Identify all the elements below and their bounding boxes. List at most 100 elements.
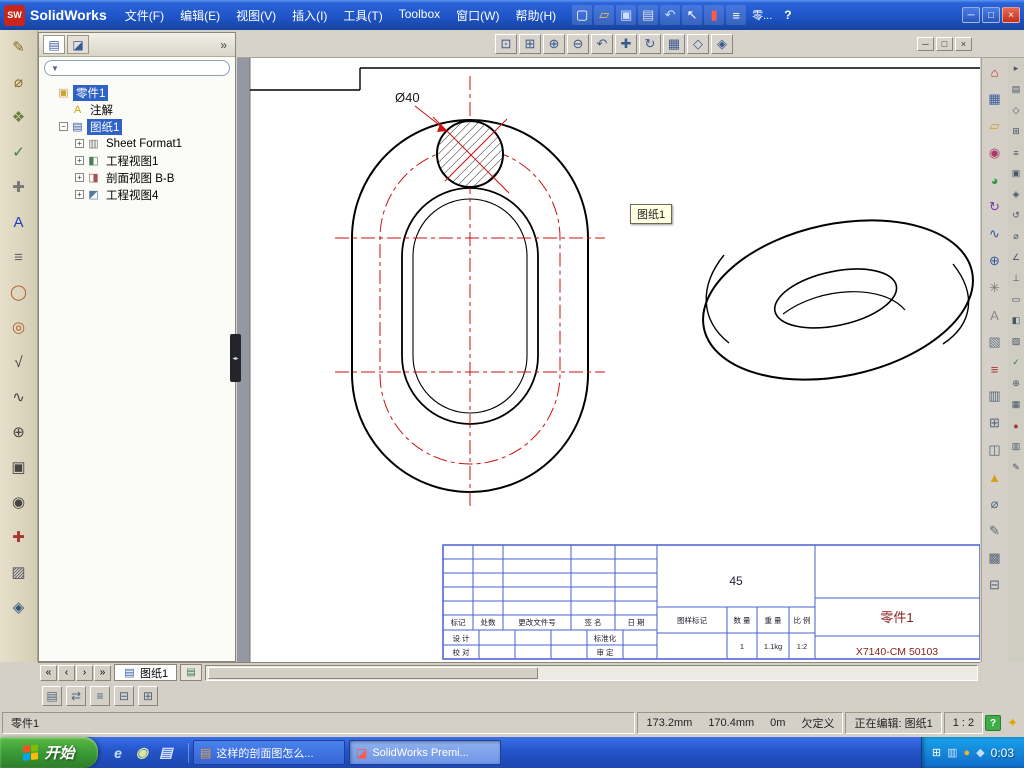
check-icon[interactable]: ✓ [1010, 356, 1023, 369]
diameter-dimension-label[interactable]: Ø40 [395, 90, 420, 105]
menu-item[interactable]: 帮助(H) [507, 4, 564, 27]
menu-item[interactable]: 文件(F) [117, 4, 172, 27]
surface-finish-icon[interactable]: √ [7, 350, 31, 374]
pencil-small-icon[interactable]: ✎ [1010, 461, 1023, 474]
language-icon[interactable]: ⊞ [932, 746, 941, 759]
home-icon[interactable]: ⌂ [985, 62, 1005, 82]
sketch-icon[interactable]: ✎ [7, 35, 31, 59]
appearance-sphere-icon[interactable]: ◕ [985, 170, 1005, 190]
model-items-icon[interactable]: ❖ [7, 105, 31, 129]
sheet-grid-icon[interactable]: ▦ [985, 89, 1005, 109]
list-small-icon[interactable]: ≡ [1010, 146, 1023, 159]
pan-icon[interactable]: ✚ [615, 33, 637, 54]
panel-splitter-handle[interactable]: ◂▸ [230, 334, 241, 382]
rotate-view-icon[interactable]: ↻ [639, 33, 661, 54]
antivirus-icon[interactable]: ● [964, 747, 971, 759]
horizontal-scrollbar[interactable] [205, 664, 978, 681]
tree-item-sheet-format1[interactable]: + ▥ Sheet Format1 [41, 135, 233, 152]
new-document-icon[interactable]: ▢ [572, 5, 593, 25]
tree-filter[interactable]: ▼ [44, 60, 230, 76]
spell-check-icon[interactable]: ✓ [7, 140, 31, 164]
help-icon[interactable]: ? [784, 8, 791, 22]
note-icon[interactable]: A [7, 210, 31, 234]
table-small-icon[interactable]: ▥ [1010, 440, 1023, 453]
panel-toggle-icon[interactable]: ▸ [1010, 62, 1023, 75]
expand-expander[interactable]: + [75, 173, 84, 182]
angle-icon[interactable]: ∠ [1010, 251, 1023, 264]
smart-dimension-icon[interactable]: ⌀ [7, 70, 31, 94]
block-icon[interactable]: ◈ [7, 595, 31, 619]
grid-icon[interactable]: ⊞ [138, 686, 158, 706]
doc-small-icon[interactable]: ▤ [1010, 83, 1023, 96]
close-button[interactable]: × [1002, 7, 1020, 23]
linear-note-pattern-icon[interactable]: ≡ [7, 245, 31, 269]
format-painter-icon[interactable]: ✚ [7, 175, 31, 199]
balloon-icon[interactable]: ◯ [7, 280, 31, 304]
print-icon[interactable]: ▤ [638, 5, 659, 25]
menu-item[interactable]: 插入(I) [284, 4, 335, 27]
doc-close-button[interactable]: × [955, 36, 972, 51]
scrollbar-thumb[interactable] [208, 666, 539, 679]
menu-item[interactable]: 窗口(W) [448, 4, 507, 27]
auto-balloon-icon[interactable]: ◎ [7, 315, 31, 339]
center-mark-icon[interactable]: ✚ [7, 525, 31, 549]
table-icon[interactable]: ▥ [985, 386, 1005, 406]
wireframe-icon[interactable]: ◇ [687, 33, 709, 54]
geometric-tolerance-icon[interactable]: ⊕ [7, 420, 31, 444]
task-button-browser-question[interactable]: ▤ 这样的剖面图怎么... [193, 740, 345, 765]
menu-item[interactable]: 编辑(E) [172, 4, 228, 27]
tree-item-drawing-view1[interactable]: + ◧ 工程视图1 [41, 152, 233, 169]
half-view-icon[interactable]: ◧ [1010, 314, 1023, 327]
grid-small-icon[interactable]: ▦ [1010, 398, 1023, 411]
tree-item-section-view-bb[interactable]: + ◨ 剖面视图 B-B [41, 169, 233, 186]
diameter-dimension-icon[interactable]: ⌀ [985, 494, 1005, 514]
messenger-icon[interactable]: ◉ [132, 743, 152, 763]
restore-button[interactable]: □ [982, 7, 1000, 23]
quick-tip-icon[interactable]: ? [985, 715, 1002, 731]
next-sheet-button[interactable]: › [76, 664, 93, 681]
command-list-icon[interactable]: ≡ [726, 5, 747, 25]
panel-collapse-button[interactable]: » [216, 38, 231, 52]
datum-feature-icon[interactable]: ▣ [7, 455, 31, 479]
doc-minimize-button[interactable]: ─ [917, 36, 934, 51]
rebuild-icon[interactable]: ↻ [985, 197, 1005, 217]
undo-small-icon[interactable]: ↺ [1010, 209, 1023, 222]
comment-icon[interactable]: ▤ [42, 686, 62, 706]
tree-item-drawing-view4[interactable]: + ◩ 工程视图4 [41, 186, 233, 203]
expand-expander[interactable]: + [75, 156, 84, 165]
toggle-red-icon[interactable]: ▮ [704, 5, 725, 25]
note-list-icon[interactable]: ≡ [985, 359, 1005, 379]
menu-item[interactable]: 视图(V) [228, 4, 284, 27]
add-sheet-tab[interactable]: ▤ [180, 664, 203, 681]
area-hatch-icon[interactable]: ▨ [7, 560, 31, 584]
view-orientation-icon[interactable]: ◉ [985, 143, 1005, 163]
expand-expander[interactable]: + [75, 139, 84, 148]
insert-view-icon[interactable]: ⊕ [985, 251, 1005, 271]
previous-view-icon[interactable]: ↶ [591, 33, 613, 54]
collapse-expander[interactable]: − [59, 122, 68, 131]
expand-expander[interactable]: + [75, 190, 84, 199]
select-arrow-icon[interactable]: ↖ [682, 5, 703, 25]
featuremanager-tab[interactable]: ▤ [43, 35, 65, 54]
tree-item-part-root[interactable]: ▣ 零件1 [41, 84, 233, 101]
doc-restore-button[interactable]: □ [936, 36, 953, 51]
prev-sheet-button[interactable]: ‹ [58, 664, 75, 681]
grid-plus-icon[interactable]: ⊞ [985, 413, 1005, 433]
last-sheet-button[interactable]: » [94, 664, 111, 681]
start-button[interactable]: 开始 [0, 737, 98, 768]
open-icon[interactable]: ▱ [594, 5, 615, 25]
drawing-sheet-svg[interactable]: Ø40 标记 处数 更改文件号 签 名 日 期 设 计 校 对 标准化 审 定 … [237, 58, 980, 662]
record-icon[interactable]: ● [1010, 419, 1023, 432]
propertymanager-tab[interactable]: ◪ [67, 35, 89, 54]
tree-item-sheet1[interactable]: − ▤ 图纸1 [41, 118, 233, 135]
tree-item-annotations[interactable]: A 注解 [41, 101, 233, 118]
zoom-fit-icon[interactable]: ⊡ [495, 33, 517, 54]
shaded-view-icon[interactable]: ◈ [711, 33, 733, 54]
zoom-in-icon[interactable]: ⊕ [543, 33, 565, 54]
edit-icon[interactable]: ✎ [985, 521, 1005, 541]
task-button-solidworks[interactable]: ◪ SolidWorks Premi... [349, 740, 501, 765]
layer-icon[interactable]: ⊟ [114, 686, 134, 706]
perpendicular-icon[interactable]: ⊥ [1010, 272, 1023, 285]
zoom-area-icon[interactable]: ⊞ [519, 33, 541, 54]
warning-icon[interactable]: ▲ [985, 467, 1005, 487]
